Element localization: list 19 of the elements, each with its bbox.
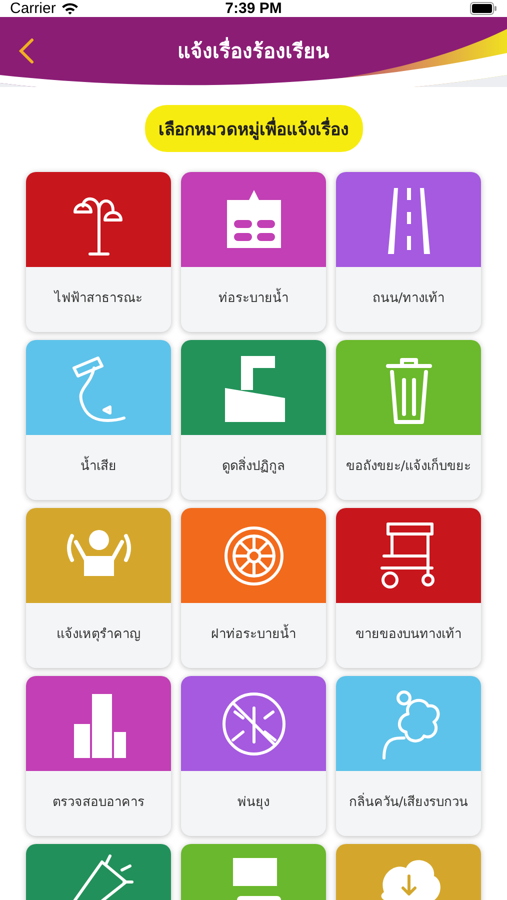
category-tile[interactable]: พ่นยุง bbox=[181, 676, 326, 836]
carrier-label: Carrier bbox=[10, 0, 56, 17]
battery-icon bbox=[470, 2, 497, 15]
chevron-left-icon bbox=[16, 37, 36, 65]
category-tile[interactable]: ตรวจสอบอาคาร bbox=[26, 676, 171, 836]
category-tile[interactable]: ไฟฟ้าสาธารณะ bbox=[26, 172, 171, 332]
status-time: 7:39 PM bbox=[225, 0, 282, 17]
category-tile[interactable]: ฝาท่อระบายน้ำ bbox=[181, 508, 326, 668]
category-tile[interactable]: ขอถังขยะ/แจ้งเก็บขยะ bbox=[336, 340, 481, 500]
category-tile[interactable]: ขายของบนทางเท้า bbox=[336, 508, 481, 668]
screen-title: แจ้งเรื่องร้องเรียน bbox=[178, 39, 330, 63]
category-tile[interactable]: ถนน/ทางเท้า bbox=[336, 172, 481, 332]
category-tile[interactable]: แจ้งเหตุรำคาญ bbox=[26, 508, 171, 668]
category-tile[interactable]: กลิ่นควัน/เสียงรบกวน bbox=[336, 676, 481, 836]
wifi-icon bbox=[60, 2, 79, 15]
category-tile[interactable]: ท่อระบายน้ำ bbox=[181, 172, 326, 332]
category-tile[interactable]: น้ำเสีย bbox=[26, 340, 171, 500]
category-tile[interactable]: ดูดสิ่งปฏิกูล bbox=[181, 340, 326, 500]
category-prompt: เลือกหมวดหมู่เพื่อแจ้งเรื่อง bbox=[144, 105, 362, 152]
